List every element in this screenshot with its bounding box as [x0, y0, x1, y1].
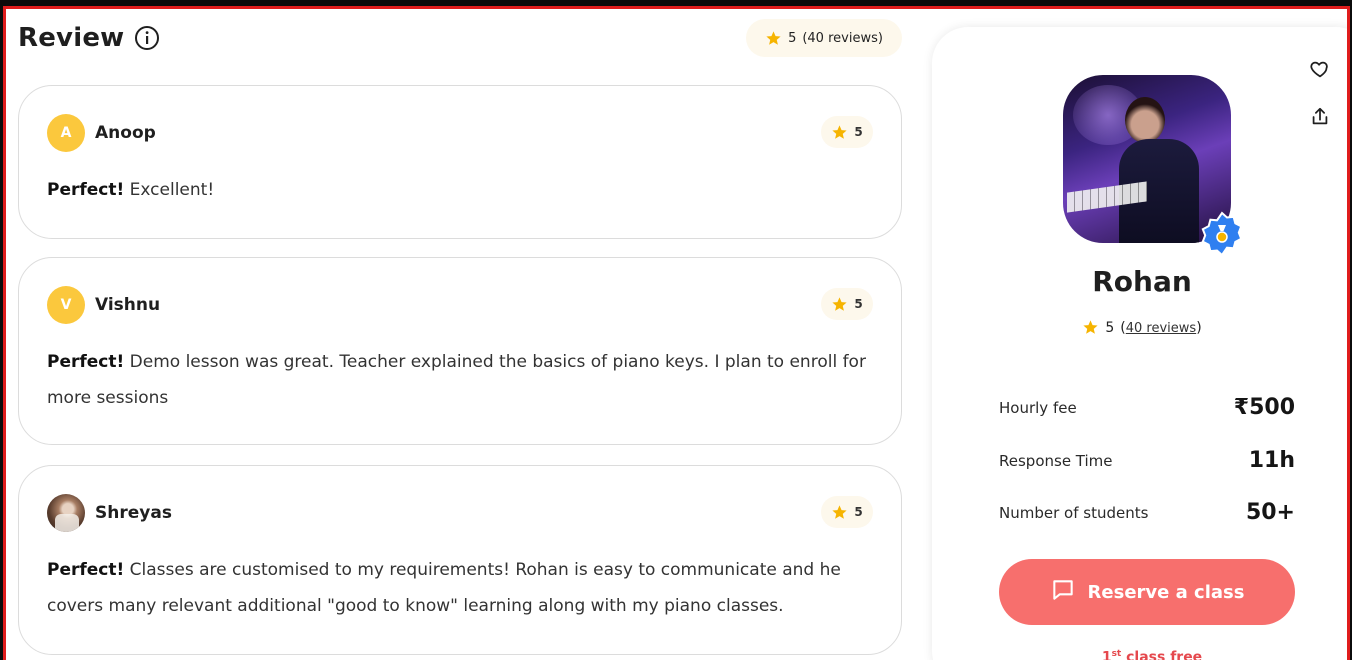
review-rating-value: 5	[854, 125, 863, 139]
favorite-button[interactable]	[1308, 59, 1332, 83]
avatar: V	[47, 286, 85, 324]
star-icon	[831, 124, 848, 141]
stat-value: 50+	[1245, 500, 1295, 525]
star-icon	[765, 30, 782, 47]
tutor-reviews-link[interactable]: (40 reviews)	[1120, 320, 1201, 336]
review-text: Perfect! Classes are customised to my re…	[47, 552, 871, 624]
star-icon	[1082, 319, 1099, 336]
share-button[interactable]	[1308, 107, 1332, 131]
stat-response-time: Response Time 11h	[999, 448, 1295, 473]
stat-label: Hourly fee	[999, 398, 1077, 417]
tutor-rating-value: 5	[1105, 319, 1115, 336]
stat-value: 11h	[1248, 448, 1295, 473]
stat-label: Number of students	[999, 503, 1149, 522]
review-rating-chip: 5	[821, 116, 873, 148]
review-title: Review	[18, 23, 125, 53]
reviewer: Shreyas	[47, 494, 172, 532]
review-card: A Anoop 5 Perfect! Excellent!	[18, 85, 902, 239]
review-body: Demo lesson was great. Teacher explained…	[47, 352, 866, 408]
review-text: Perfect! Excellent!	[47, 172, 871, 208]
reviewer: A Anoop	[47, 114, 156, 152]
free-note-ordinal: 1	[1101, 649, 1112, 660]
tutor-reviews-link-text[interactable]: 40 reviews	[1126, 321, 1196, 336]
page-canvas: Review 5 (40 reviews) A Anoop 5 Perfect!…	[3, 6, 1350, 660]
tutor-name: Rohan	[1092, 265, 1192, 298]
avatar	[47, 494, 85, 532]
tutor-rating: 5 (40 reviews)	[932, 319, 1347, 336]
reviewer-name: Vishnu	[95, 295, 161, 315]
overall-rating-value: 5	[788, 30, 797, 46]
reserve-class-label: Reserve a class	[1087, 581, 1245, 603]
reviewer-name: Anoop	[95, 123, 156, 143]
info-icon[interactable]	[134, 25, 160, 51]
reviewer: V Vishnu	[47, 286, 160, 324]
review-headline: Perfect!	[47, 560, 125, 580]
overall-review-count: (40 reviews)	[802, 30, 883, 46]
stat-number-of-students: Number of students 50+	[999, 500, 1295, 525]
free-note-suffix: st	[1111, 649, 1122, 659]
star-icon	[831, 504, 848, 521]
reviewer-name: Shreyas	[95, 503, 172, 523]
review-text: Perfect! Demo lesson was great. Teacher …	[47, 344, 871, 416]
review-body: Excellent!	[124, 180, 215, 200]
review-heading: Review	[18, 23, 160, 53]
overall-rating-pill: 5 (40 reviews)	[746, 19, 902, 57]
review-rating-chip: 5	[821, 496, 873, 528]
star-icon	[831, 296, 848, 313]
avatar: A	[47, 114, 85, 152]
review-rating-value: 5	[854, 505, 863, 519]
first-class-free-note: 1st class free	[932, 649, 1347, 660]
review-card: V Vishnu 5 Perfect! Demo lesson was grea…	[18, 257, 902, 445]
free-note-text: class free	[1121, 649, 1203, 660]
stat-value: ₹500	[1233, 395, 1295, 420]
share-icon	[1309, 106, 1331, 132]
review-rating-chip: 5	[821, 288, 873, 320]
heart-icon	[1309, 58, 1331, 84]
verified-badge-icon	[1199, 211, 1245, 257]
reserve-class-button[interactable]: Reserve a class	[999, 559, 1295, 625]
review-body: Classes are customised to my requirement…	[47, 560, 841, 616]
stat-hourly-fee: Hourly fee ₹500	[999, 395, 1295, 420]
chat-icon	[1050, 577, 1076, 608]
review-headline: Perfect!	[47, 180, 125, 200]
review-card: Shreyas 5 Perfect! Classes are customise…	[18, 465, 902, 655]
review-rating-value: 5	[854, 297, 863, 311]
review-headline: Perfect!	[47, 352, 125, 372]
stat-label: Response Time	[999, 451, 1113, 470]
